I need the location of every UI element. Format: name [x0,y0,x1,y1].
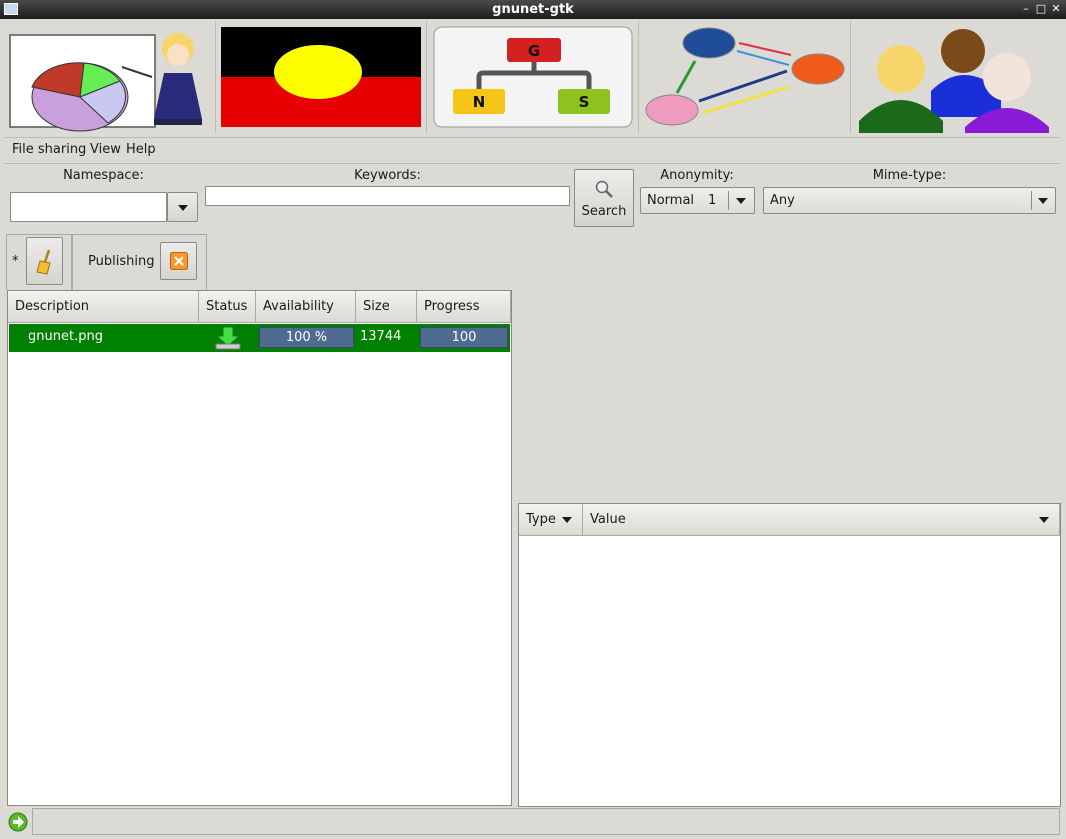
download-icon [215,326,241,350]
keywords-entry[interactable] [205,186,570,206]
namespace-entry[interactable] [10,192,167,222]
results-tabs: * Publishing [6,234,207,290]
tab-publishing[interactable]: Publishing [72,234,207,290]
connection-status-icon [8,812,28,832]
combo-separator [728,191,729,210]
anonymity-label: Anonymity: [660,168,734,183]
progress-text: 100 [451,330,477,345]
network-graph-icon [645,27,845,126]
column-status[interactable]: Status [199,291,256,323]
search-icon [595,180,613,198]
availability-bar: 100 % [259,327,354,348]
anonymity-mode: Normal [647,193,695,208]
anonymity-level: 1 [708,193,717,208]
gns-toolbar-button[interactable]: G N S [427,21,639,133]
column-description[interactable]: Description [8,291,199,323]
column-availability[interactable]: Availability [256,291,356,323]
presenter-chart-icon [9,33,202,132]
flag-icon [221,27,421,127]
close-tab-button[interactable] [160,242,197,280]
column-type-label: Type [526,512,556,527]
svg-text:G: G [528,42,540,60]
menu-view[interactable]: View [90,142,121,157]
title-bar: gnunet-gtk – □ ✕ [0,0,1066,19]
statistics-toolbar-button[interactable] [4,21,216,133]
combo-separator [1031,191,1032,210]
clear-results-button[interactable] [26,237,63,285]
gns-icon: G N S [433,26,633,128]
column-progress[interactable]: Progress [417,291,511,323]
search-button[interactable]: Search [574,169,634,227]
column-value-label: Value [590,512,626,527]
window-title: gnunet-gtk [492,2,574,17]
menu-help[interactable]: Help [126,142,156,157]
row-size: 13744 [360,329,402,344]
mimetype-label: Mime-type: [872,168,947,183]
column-size[interactable]: Size [356,291,417,323]
chevron-down-icon [562,517,572,523]
namespace-label: Namespace: [63,168,144,183]
peers-toolbar-button[interactable] [851,21,1061,133]
flag-toolbar-button[interactable] [216,21,427,133]
namespace-dropdown-button[interactable] [167,192,198,222]
column-value[interactable]: Value [583,504,1060,536]
anonymity-combo[interactable]: Normal 1 [640,187,755,214]
close-button[interactable]: ✕ [1049,2,1063,16]
column-type[interactable]: Type [519,504,583,536]
progress-bar: 100 [420,327,508,348]
minimize-button[interactable]: – [1019,2,1033,16]
status-bar [4,808,1060,836]
network-toolbar-button[interactable] [639,21,851,133]
row-description: gnunet.png [28,329,103,344]
close-icon [170,252,188,270]
status-message-area [32,808,1060,835]
table-row[interactable]: gnunet.png 100 % 13744 100 [9,324,510,352]
chevron-down-icon [736,198,746,204]
svg-text:N: N [473,93,486,111]
people-icon [859,29,1049,133]
menu-file-sharing[interactable]: File sharing [12,142,86,157]
metadata-table[interactable]: Type Value [518,503,1061,807]
maximize-button[interactable]: □ [1034,2,1048,16]
menu-bar: File sharing View Help [4,137,1060,164]
results-table[interactable]: Description Status Availability Size Pro… [7,290,512,806]
chevron-down-icon [1038,198,1048,204]
keywords-label: Keywords: [354,168,421,183]
chevron-down-icon [178,205,188,211]
svg-text:S: S [579,93,590,111]
search-button-label: Search [581,204,627,219]
tab-search-label: * [12,254,19,269]
chevron-down-icon [1039,517,1049,523]
tab-publishing-label: Publishing [88,254,155,269]
mimetype-combo[interactable]: Any [763,187,1056,214]
tab-search-results[interactable]: * [6,234,72,290]
mimetype-value: Any [770,193,795,208]
broom-icon [36,249,51,275]
availability-text: 100 % [285,330,328,345]
